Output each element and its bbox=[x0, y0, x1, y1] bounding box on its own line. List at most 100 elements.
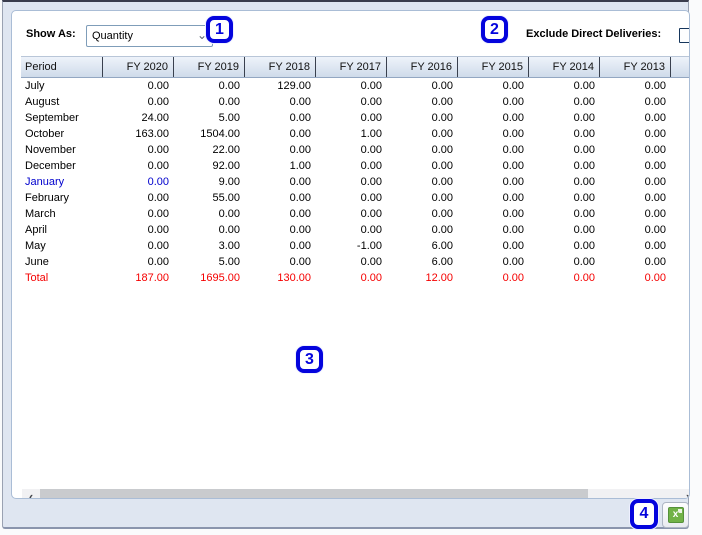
column-header-fy-5[interactable]: FY 2015 bbox=[458, 57, 529, 77]
annotation-4: 4 bbox=[630, 499, 658, 529]
excel-icon: x bbox=[667, 507, 684, 523]
row-value-fy-4: 0.00 bbox=[431, 208, 453, 220]
row-value-fy-7: 0.00 bbox=[644, 192, 666, 204]
column-header-filler bbox=[671, 57, 689, 77]
row-value-fy-2: 129.00 bbox=[277, 80, 311, 92]
row-value-fy-0: 0.00 bbox=[147, 176, 169, 188]
row-value-fy-3: -1.00 bbox=[356, 240, 382, 252]
row-value-fy-5: 0.00 bbox=[502, 272, 524, 284]
row-value-fy-5: 0.00 bbox=[502, 160, 524, 172]
show-as-selected-value: Quantity bbox=[92, 30, 133, 42]
row-value-fy-7: 0.00 bbox=[644, 96, 666, 108]
exclude-direct-deliveries-label: Exclude Direct Deliveries: bbox=[526, 28, 662, 40]
scroll-right-arrow-icon[interactable]: › bbox=[679, 489, 689, 498]
row-value-fy-3: 0.00 bbox=[360, 176, 382, 188]
table-row-july[interactable]: July 0.00 0.00 129.00 0.00 0.00 0.00 0.00 0.00 bbox=[21, 78, 689, 94]
column-header-fy-1[interactable]: FY 2019 bbox=[174, 57, 245, 77]
row-value-fy-0: 0.00 bbox=[147, 240, 169, 252]
row-value-fy-4: 0.00 bbox=[431, 192, 453, 204]
row-value-fy-0: 0.00 bbox=[147, 80, 169, 92]
table-row-june[interactable]: June 0.00 5.00 0.00 0.00 6.00 0.00 0.00 0.00 bbox=[21, 254, 689, 270]
row-value-fy-6: 0.00 bbox=[573, 80, 595, 92]
column-header-fy-0[interactable]: FY 2020 bbox=[103, 57, 174, 77]
scrollbar-thumb[interactable] bbox=[40, 489, 588, 498]
row-value-fy-5: 0.00 bbox=[502, 112, 524, 124]
table-row-november[interactable]: November 0.00 22.00 0.00 0.00 0.00 0.00 0.00 0.0… bbox=[21, 142, 689, 158]
row-value-fy-6: 0.00 bbox=[573, 176, 595, 188]
row-label: November bbox=[25, 144, 76, 156]
row-value-fy-1: 1695.00 bbox=[200, 272, 240, 284]
row-value-fy-6: 0.00 bbox=[573, 128, 595, 140]
row-value-fy-7: 0.00 bbox=[644, 240, 666, 252]
row-value-fy-6: 0.00 bbox=[573, 144, 595, 156]
row-value-fy-6: 0.00 bbox=[573, 256, 595, 268]
row-value-fy-7: 0.00 bbox=[644, 224, 666, 236]
row-value-fy-7: 0.00 bbox=[644, 112, 666, 124]
row-value-fy-3: 0.00 bbox=[360, 208, 382, 220]
row-value-fy-7: 0.00 bbox=[644, 160, 666, 172]
scroll-left-arrow-icon[interactable]: ‹ bbox=[22, 489, 40, 498]
row-value-fy-3: 1.00 bbox=[360, 128, 382, 140]
table-row-february[interactable]: February 0.00 55.00 0.00 0.00 0.00 0.00 0.00 0.0… bbox=[21, 190, 689, 206]
row-value-fy-5: 0.00 bbox=[502, 80, 524, 92]
row-value-fy-3: 0.00 bbox=[360, 96, 382, 108]
column-header-period[interactable]: Period bbox=[21, 57, 103, 77]
row-label: June bbox=[25, 256, 49, 268]
row-value-fy-5: 0.00 bbox=[502, 144, 524, 156]
row-label: Total bbox=[25, 272, 49, 284]
column-header-fy-6[interactable]: FY 2014 bbox=[529, 57, 600, 77]
table-row-may[interactable]: May 0.00 3.00 0.00 -1.00 6.00 0.00 0.00 0.00 bbox=[21, 238, 689, 254]
row-value-fy-5: 0.00 bbox=[502, 208, 524, 220]
row-value-fy-2: 0.00 bbox=[289, 128, 311, 140]
table-row-january[interactable]: January 0.00 9.00 0.00 0.00 0.00 0.00 0.00 0.00 bbox=[21, 174, 689, 190]
export-to-excel-button[interactable]: x bbox=[662, 502, 689, 528]
table-row-april[interactable]: April 0.00 0.00 0.00 0.00 0.00 0.00 0.00 0.00 bbox=[21, 222, 689, 238]
row-value-fy-3: 0.00 bbox=[360, 160, 382, 172]
row-value-fy-1: 55.00 bbox=[212, 192, 240, 204]
row-value-fy-0: 0.00 bbox=[147, 192, 169, 204]
table-row-december[interactable]: December 0.00 92.00 1.00 0.00 0.00 0.00 0.00 0.0… bbox=[21, 158, 689, 174]
column-header-fy-2[interactable]: FY 2018 bbox=[245, 57, 316, 77]
table-row-september[interactable]: September 24.00 5.00 0.00 0.00 0.00 0.00 0.00 0.… bbox=[21, 110, 689, 126]
report-panel: Show As: Quantity ⌄ Exclude Direct Deliv… bbox=[2, 0, 690, 529]
exclude-direct-deliveries-checkbox[interactable] bbox=[679, 28, 689, 43]
table-row-october[interactable]: October 163.00 1504.00 0.00 1.00 0.00 0.00 0.00… bbox=[21, 126, 689, 142]
row-value-fy-0: 0.00 bbox=[147, 96, 169, 108]
row-value-fy-2: 0.00 bbox=[289, 240, 311, 252]
row-value-fy-0: 0.00 bbox=[147, 208, 169, 220]
horizontal-scrollbar[interactable]: ‹ › bbox=[22, 489, 689, 498]
row-label: July bbox=[25, 80, 45, 92]
table-row-total[interactable]: Total 187.00 1695.00 130.00 0.00 12.00 0.00 0.0… bbox=[21, 270, 689, 286]
row-value-fy-6: 0.00 bbox=[573, 160, 595, 172]
row-label: January bbox=[25, 176, 65, 188]
row-value-fy-5: 0.00 bbox=[502, 192, 524, 204]
row-label: April bbox=[25, 224, 48, 236]
column-header-fy-7[interactable]: FY 2013 bbox=[600, 57, 671, 77]
row-value-fy-2: 0.00 bbox=[289, 208, 311, 220]
row-value-fy-3: 0.00 bbox=[360, 80, 382, 92]
row-value-fy-2: 0.00 bbox=[289, 192, 311, 204]
row-value-fy-3: 0.00 bbox=[360, 224, 382, 236]
show-as-label: Show As: bbox=[26, 28, 76, 40]
row-value-fy-2: 0.00 bbox=[289, 256, 311, 268]
table-row-march[interactable]: March 0.00 0.00 0.00 0.00 0.00 0.00 0.00 0.00 bbox=[21, 206, 689, 222]
row-value-fy-1: 0.00 bbox=[218, 96, 240, 108]
column-header-fy-4[interactable]: FY 2016 bbox=[387, 57, 458, 77]
row-value-fy-1: 0.00 bbox=[218, 208, 240, 220]
table-row-august[interactable]: August 0.00 0.00 0.00 0.00 0.00 0.00 0.00 0.00 bbox=[21, 94, 689, 110]
annotation-1: 1 bbox=[206, 16, 233, 43]
row-value-fy-6: 0.00 bbox=[573, 240, 595, 252]
row-value-fy-3: 0.00 bbox=[360, 256, 382, 268]
row-value-fy-6: 0.00 bbox=[573, 112, 595, 124]
row-value-fy-4: 6.00 bbox=[431, 240, 453, 252]
annotation-2: 2 bbox=[481, 16, 508, 43]
row-value-fy-7: 0.00 bbox=[644, 208, 666, 220]
show-as-dropdown[interactable]: Quantity ⌄ bbox=[86, 25, 213, 47]
row-value-fy-1: 3.00 bbox=[218, 240, 240, 252]
row-value-fy-7: 0.00 bbox=[644, 144, 666, 156]
row-value-fy-3: 0.00 bbox=[360, 144, 382, 156]
column-header-fy-3[interactable]: FY 2017 bbox=[316, 57, 387, 77]
scrollbar-track[interactable] bbox=[588, 489, 679, 498]
row-value-fy-4: 0.00 bbox=[431, 128, 453, 140]
row-value-fy-3: 0.00 bbox=[360, 272, 382, 284]
